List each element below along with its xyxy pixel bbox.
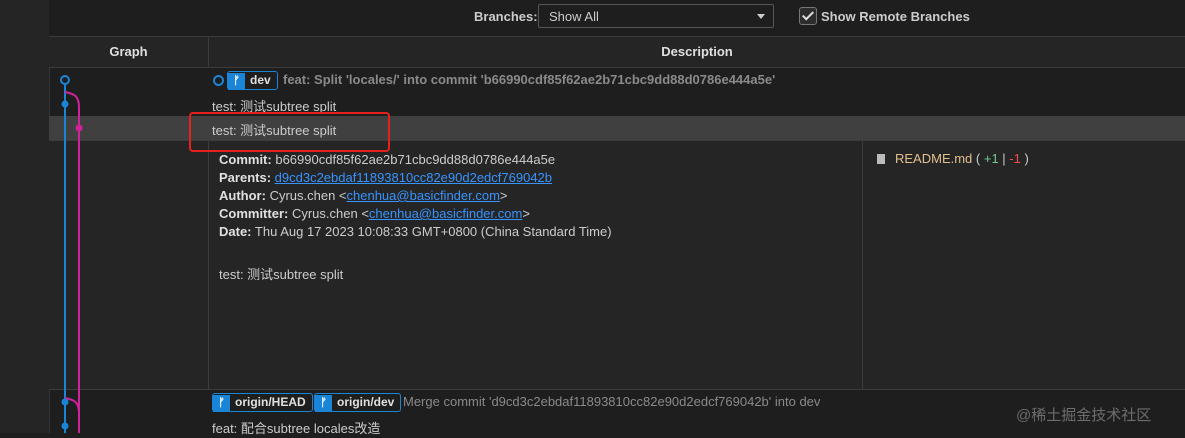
detail-commit: Commit: b66990cdf85f62ae2b71cbc9dd88d078… (219, 152, 555, 167)
branch-badge-origin-head[interactable]: ᚠ origin/HEAD (212, 393, 313, 412)
commit-hash: b66990cdf85f62ae2b71cbc9dd88d0786e444a5e (275, 152, 556, 167)
detail-date: Date: Thu Aug 17 2023 10:08:33 GMT+0800 … (219, 224, 612, 239)
additions: +1 (983, 151, 999, 166)
table-header: Graph Description (49, 37, 1185, 68)
checkmark-icon (801, 8, 815, 21)
date-label: Date: (219, 224, 252, 239)
description-column-header[interactable]: Description (209, 37, 1185, 67)
file-stats-open: ( (972, 151, 984, 166)
deletions: -1 (1009, 151, 1021, 166)
parent-hash-link[interactable]: d9cd3c2ebdaf11893810cc82e90d2edcf769042b (275, 170, 552, 185)
author-suffix: > (499, 188, 508, 203)
parents-label: Parents: (219, 170, 272, 185)
chevron-down-icon (757, 14, 765, 19)
watermark: @稀土掘金技术社区 (1016, 407, 1152, 424)
commit-node[interactable] (75, 124, 83, 132)
detail-committer: Committer: Cyrus.chen <chenhua@basicfind… (219, 206, 530, 221)
branch-icon: ᚠ (213, 395, 230, 412)
commit-message: feat: Split 'locales/' into commit 'b669… (283, 72, 776, 87)
head-commit-icon (213, 75, 224, 86)
branch-icon: ᚠ (315, 395, 332, 412)
commit-node[interactable] (61, 398, 69, 406)
details-divider (862, 141, 863, 389)
branch-badge-origin-dev[interactable]: ᚠ origin/dev (314, 393, 402, 412)
file-name: README.md (895, 151, 973, 166)
author-email-link[interactable]: chenhua@basicfinder.com (347, 188, 500, 203)
committer-email-link[interactable]: chenhua@basicfinder.com (369, 206, 522, 221)
commit-details-panel: Commit: b66990cdf85f62ae2b71cbc9dd88d078… (49, 140, 1185, 390)
commit-row[interactable]: feat: 配合subtree locales改造 (49, 414, 1185, 438)
show-remote-label[interactable]: Show Remote Branches (821, 9, 970, 24)
date-value: Thu Aug 17 2023 10:08:33 GMT+0800 (China… (254, 224, 612, 239)
branch-select-value: Show All (549, 9, 599, 24)
commit-message: feat: 配合subtree locales改造 (212, 421, 381, 436)
detail-body: test: 测试subtree split (219, 267, 344, 282)
magenta-branch-line (64, 91, 80, 433)
branch-badge-dev[interactable]: ᚠ dev (227, 71, 278, 90)
author-label: Author: (219, 188, 266, 203)
branch-icon: ᚠ (228, 73, 245, 90)
activity-bar (0, 0, 50, 433)
file-icon (877, 154, 885, 164)
author-name: Cyrus.chen < (269, 188, 347, 203)
detail-parents: Parents: d9cd3c2ebdaf11893810cc82e90d2ed… (219, 170, 552, 185)
committer-label: Committer: (219, 206, 289, 221)
graph-column-header[interactable]: Graph (49, 37, 209, 67)
branch-badge-label: dev (250, 73, 271, 87)
commit-label: Commit: (219, 152, 272, 167)
commit-row[interactable]: ᚠ origin/HEAD ᚠ origin/dev Merge commit 'd… (49, 390, 1185, 414)
changed-file[interactable]: README.md ( +1 | -1 ) (877, 151, 1029, 166)
commit-message: Merge commit 'd9cd3c2ebdaf11893810cc82e9… (403, 394, 821, 409)
file-stats-close: ) (1020, 151, 1029, 166)
branch-select[interactable]: Show All (538, 4, 774, 28)
branch-badge-label: origin/dev (337, 395, 395, 409)
commit-node[interactable] (61, 100, 69, 108)
head-commit-node[interactable] (60, 75, 70, 85)
branch-badge-label: origin/HEAD (235, 395, 306, 409)
annotation-highlight-box (189, 112, 390, 152)
detail-author: Author: Cyrus.chen <chenhua@basicfinder.… (219, 188, 508, 203)
committer-name: Cyrus.chen < (291, 206, 369, 221)
committer-suffix: > (522, 206, 530, 221)
commit-graph (60, 75, 83, 433)
branches-label: Branches: (474, 9, 538, 24)
commit-row[interactable]: ᚠ dev feat: Split 'locales/' into commit … (49, 68, 1185, 92)
file-stats-separator: | (998, 151, 1010, 166)
show-remote-checkbox[interactable] (799, 7, 817, 25)
commit-node[interactable] (61, 422, 69, 430)
